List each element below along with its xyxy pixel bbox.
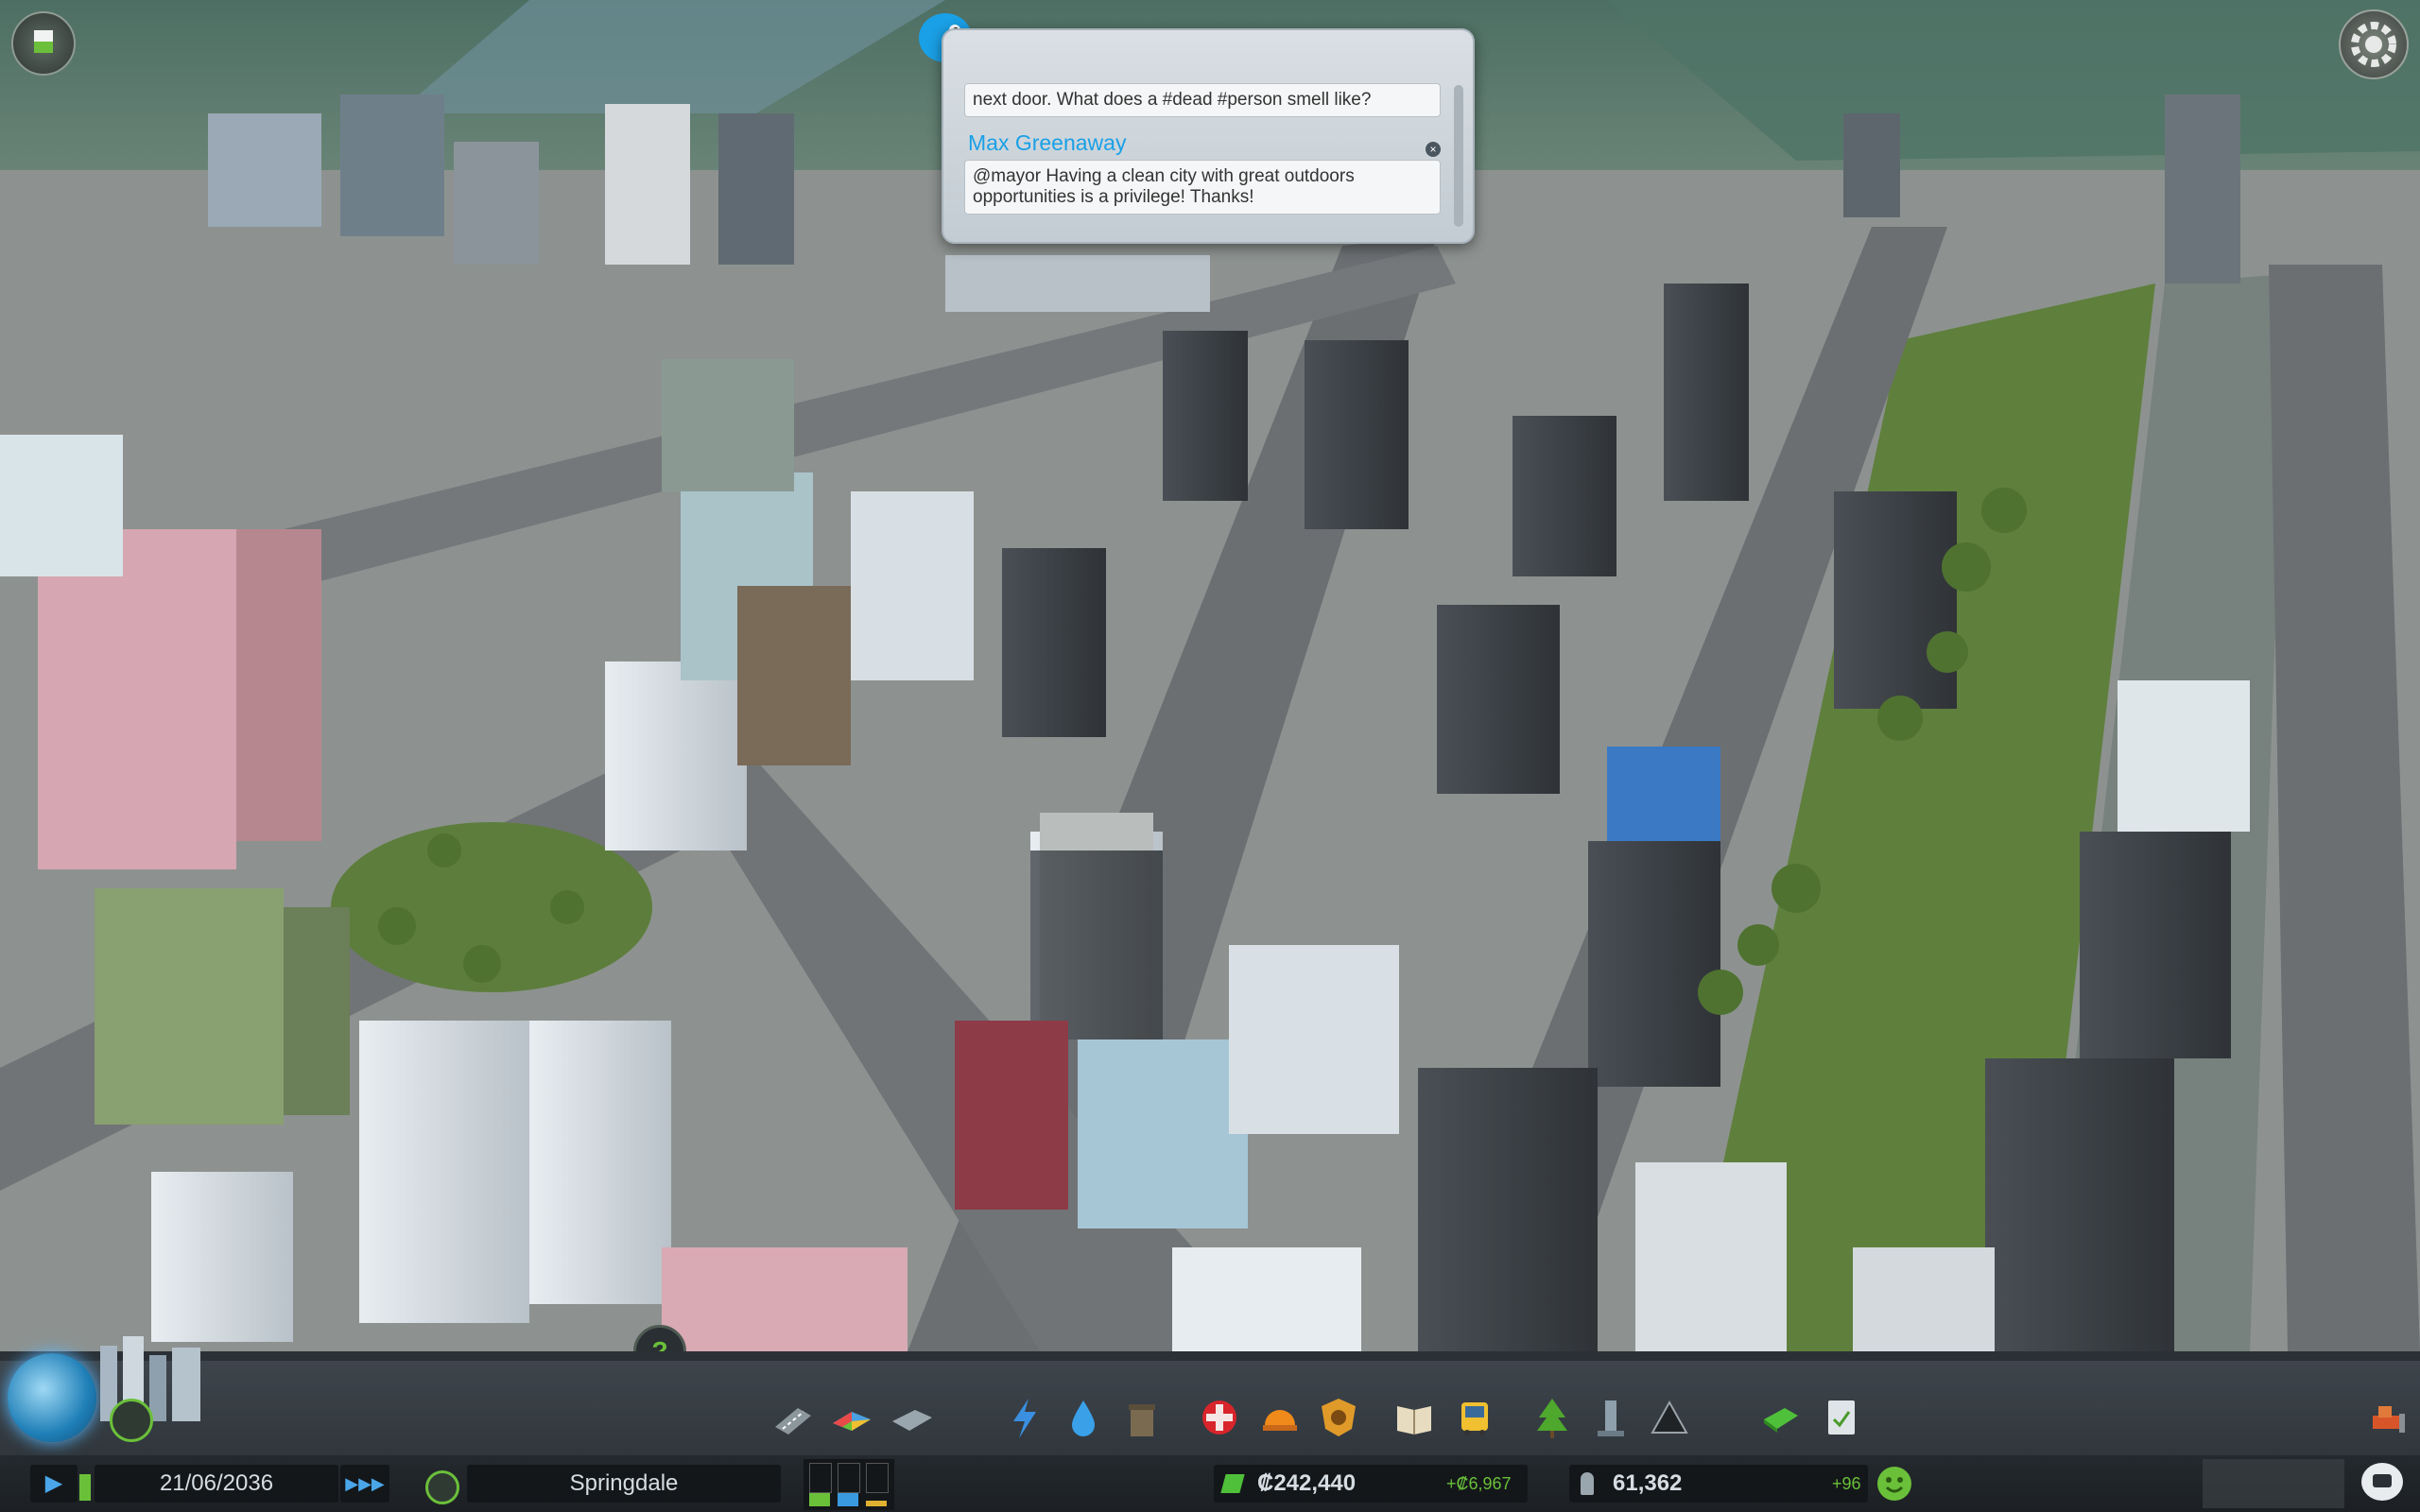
happiness-icon[interactable] bbox=[1877, 1467, 1911, 1501]
toolbar-edge bbox=[0, 1351, 2420, 1361]
chirp-feed[interactable]: next door. What does a #dead #person sme… bbox=[964, 83, 1441, 234]
commercial-demand-frame bbox=[838, 1463, 860, 1493]
population-icon bbox=[1581, 1472, 1594, 1495]
day-progress-bar bbox=[79, 1474, 91, 1501]
money-icon bbox=[1220, 1474, 1245, 1493]
money-income: +₡6,967 bbox=[1446, 1474, 1512, 1493]
zoning-icon[interactable] bbox=[825, 1391, 878, 1444]
bottom-toolbar: ▶ 21/06/2036 ▶▶▶ Springdale ₡242,440 +₡6… bbox=[0, 1336, 2420, 1512]
chirp-author[interactable]: Max Greenaway bbox=[968, 130, 1441, 156]
roads-icon[interactable] bbox=[766, 1391, 819, 1444]
fire-department-icon[interactable] bbox=[1253, 1391, 1306, 1444]
healthcare-icon[interactable] bbox=[1193, 1391, 1246, 1444]
unlocking-icon-glyph bbox=[34, 30, 53, 53]
mini-map[interactable] bbox=[2203, 1459, 2344, 1508]
population-change: +96 bbox=[1832, 1474, 1861, 1493]
garbage-icon[interactable] bbox=[1115, 1391, 1168, 1444]
city-name: Springdale bbox=[569, 1470, 679, 1496]
residential-demand-frame bbox=[809, 1463, 832, 1493]
money-panel[interactable]: ₡242,440 +₡6,967 bbox=[1214, 1465, 1528, 1503]
unique-buildings-icon[interactable] bbox=[1584, 1391, 1637, 1444]
chirp-scrollbar[interactable] bbox=[1454, 85, 1463, 227]
electricity-icon[interactable] bbox=[998, 1391, 1051, 1444]
info-views-globe-icon[interactable] bbox=[8, 1353, 96, 1442]
districts-icon[interactable] bbox=[885, 1391, 938, 1444]
chirp-close-icon[interactable]: × bbox=[1426, 142, 1441, 157]
rci-demand-meter[interactable] bbox=[804, 1459, 894, 1510]
play-pause-button[interactable]: ▶ bbox=[30, 1465, 78, 1503]
population-count: 61,362 bbox=[1613, 1470, 1683, 1496]
date-display: 21/06/2036 bbox=[95, 1465, 338, 1503]
economy-icon[interactable] bbox=[1754, 1391, 1807, 1444]
bulldozer-icon[interactable] bbox=[2361, 1391, 2414, 1444]
milestones-icon[interactable] bbox=[110, 1399, 153, 1442]
industrial-demand-bar bbox=[866, 1501, 887, 1506]
water-icon[interactable] bbox=[1057, 1391, 1110, 1444]
chat-toggle-icon[interactable] bbox=[2361, 1463, 2403, 1501]
police-icon[interactable] bbox=[1312, 1391, 1365, 1444]
city-info-icon[interactable] bbox=[425, 1470, 459, 1504]
gear-icon bbox=[2351, 22, 2396, 67]
city-name-field[interactable]: Springdale bbox=[467, 1465, 781, 1503]
parks-icon[interactable] bbox=[1526, 1391, 1579, 1444]
commercial-demand-bar bbox=[838, 1493, 858, 1506]
chirp-prev-message: next door. What does a #dead #person sme… bbox=[964, 83, 1441, 117]
monuments-icon[interactable] bbox=[1643, 1391, 1696, 1444]
industrial-demand-frame bbox=[866, 1463, 889, 1493]
money-balance: ₡242,440 bbox=[1257, 1470, 1357, 1496]
date-label: 21/06/2036 bbox=[159, 1470, 274, 1496]
game-speed-button[interactable]: ▶▶▶ bbox=[340, 1465, 389, 1503]
policies-icon[interactable] bbox=[1815, 1391, 1868, 1444]
residential-demand-bar bbox=[809, 1493, 830, 1506]
education-icon[interactable] bbox=[1388, 1391, 1441, 1444]
info-bar: ▶ 21/06/2036 ▶▶▶ Springdale ₡242,440 +₡6… bbox=[0, 1455, 2420, 1512]
public-transport-icon[interactable] bbox=[1448, 1391, 1501, 1444]
population-panel[interactable]: 61,362 +96 bbox=[1569, 1465, 1868, 1503]
play-icon: ▶ bbox=[44, 1470, 63, 1496]
chirp-message: @mayor Having a clean city with great ou… bbox=[964, 160, 1441, 215]
toolbar-main bbox=[0, 1336, 2420, 1455]
chirper-panel[interactable]: next door. What does a #dead #person sme… bbox=[942, 28, 1475, 244]
settings-gear-icon[interactable] bbox=[2339, 9, 2409, 79]
speed-icon: ▶▶▶ bbox=[345, 1474, 385, 1493]
unlocking-icon[interactable] bbox=[11, 11, 76, 76]
